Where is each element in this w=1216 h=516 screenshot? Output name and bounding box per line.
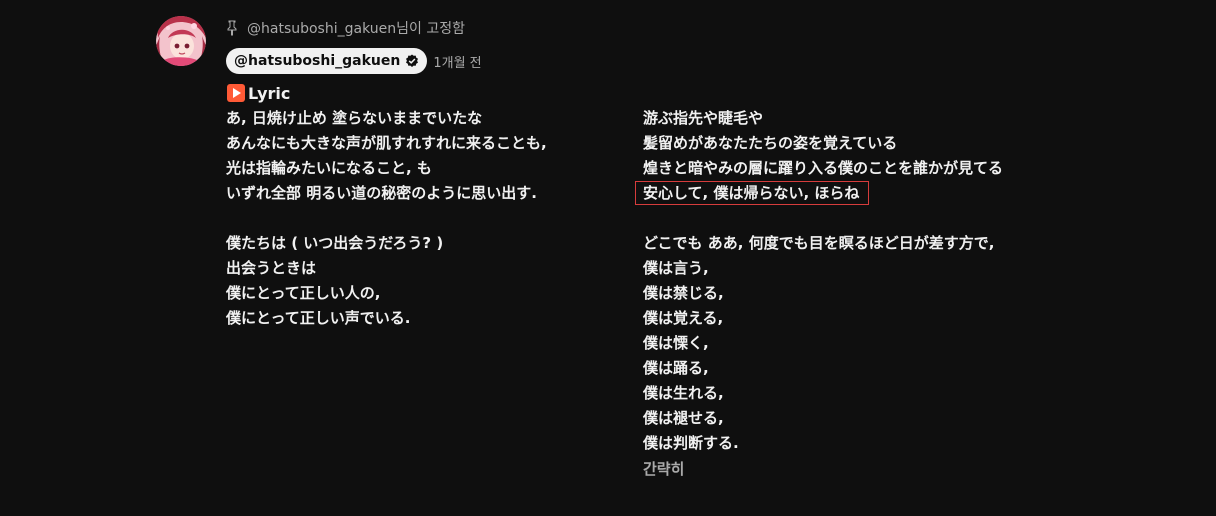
lyric-line: 僕たちは ( いつ出会うだろう? )	[226, 234, 444, 252]
lyric-line: 髪留めがあなたたちの姿を覚えている	[643, 134, 898, 152]
pin-icon	[226, 20, 238, 36]
lyrics-right-column: 游ぶ指先や睫毛や 髪留めがあなたたちの姿を覚えている 煌きと暗やみの層に躍り入る…	[634, 106, 1183, 456]
lyric-line: 僕は褪せる,	[643, 409, 724, 427]
pinned-text: @hatsuboshi_gakuen님이 고정함	[247, 21, 465, 37]
lyric-line: 僕は禁じる,	[643, 284, 724, 302]
pinned-label: @hatsuboshi_gakuen님이 고정함	[226, 18, 465, 38]
lyric-line: 僕は踊る,	[643, 359, 709, 377]
lyric-line: 僕は判断する.	[643, 434, 739, 452]
play-button-icon	[226, 83, 246, 103]
lyrics-left-column: あ, 日焼け止め 塗らないままでいたな あんなにも大きな声が肌すれすれに来ること…	[226, 106, 626, 331]
lyric-line: 光は指輪みたいになること, も	[226, 159, 432, 177]
avatar-image	[156, 16, 206, 66]
highlighted-lyric-line: 安心して, 僕は帰らない, ほらね	[634, 181, 1183, 206]
lyric-line: あんなにも大きな声が肌すれすれに来ることも,	[226, 134, 547, 152]
lyric-line: 出会うときは	[226, 259, 317, 277]
lyric-line: どこでも ああ, 何度でも目を瞑るほど日が差す方で,	[643, 234, 995, 252]
highlight-box: 安心して, 僕は帰らない, ほらね	[634, 181, 870, 205]
lyric-heading: Lyric	[226, 82, 290, 104]
lyric-line: 僕は生れる,	[643, 384, 724, 402]
lyric-line: 僕にとって正しい人の,	[226, 284, 381, 302]
lyric-label: Lyric	[248, 83, 291, 103]
pinned-comment: @hatsuboshi_gakuen님이 고정함 @hatsuboshi_gak…	[156, 16, 1196, 506]
lyric-line: 僕は慄く,	[643, 334, 709, 352]
lyric-line: 僕は覚える,	[643, 309, 724, 327]
stanza-gap	[226, 206, 626, 231]
stanza-gap	[643, 206, 1183, 231]
author-handle[interactable]: @hatsuboshi_gakuen	[234, 53, 400, 69]
lyric-line: 游ぶ指先や睫毛や	[643, 109, 764, 127]
verified-icon	[405, 54, 419, 68]
comment-header: @hatsuboshi_gakuen 1개월 전	[226, 48, 482, 74]
comment-timestamp[interactable]: 1개월 전	[433, 52, 481, 71]
lyric-line: いずれ全部 明るい道の秘密のように思い出す.	[226, 184, 537, 202]
avatar[interactable]	[156, 16, 206, 66]
lyric-line: あ, 日焼け止め 塗らないままでいたな	[226, 109, 483, 127]
collapse-button[interactable]: 간략히	[643, 458, 684, 479]
lyric-line: 煌きと暗やみの層に躍り入る僕のことを誰かが見てる	[643, 159, 1004, 177]
lyric-line: 僕は言う,	[643, 259, 709, 277]
author-name[interactable]: @hatsuboshi_gakuen	[226, 48, 428, 74]
lyric-line: 僕にとって正しい声でいる.	[226, 309, 411, 327]
